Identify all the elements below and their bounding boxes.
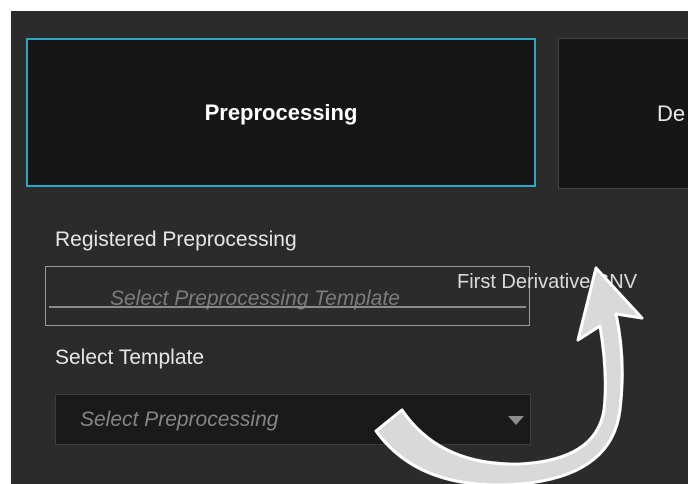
dropzone-underline: [49, 306, 526, 308]
preprocessing-panel: Preprocessing De Registered Preprocessin…: [11, 11, 688, 484]
tab-preprocessing-label: Preprocessing: [204, 99, 358, 125]
tab-derivative[interactable]: De: [558, 38, 688, 189]
tab-derivative-label: De: [657, 101, 686, 126]
chevron-down-icon[interactable]: [508, 416, 524, 425]
select-template-placeholder: Select Preprocessing: [80, 408, 279, 431]
select-template-label: Select Template: [55, 346, 205, 369]
registered-preprocessing-label: Registered Preprocessing: [55, 228, 297, 251]
select-template-dropdown[interactable]: Select Preprocessing: [55, 394, 531, 445]
tab-preprocessing[interactable]: Preprocessing: [26, 38, 536, 187]
dragged-preprocessing-item[interactable]: First Derivative SNV: [457, 271, 637, 294]
